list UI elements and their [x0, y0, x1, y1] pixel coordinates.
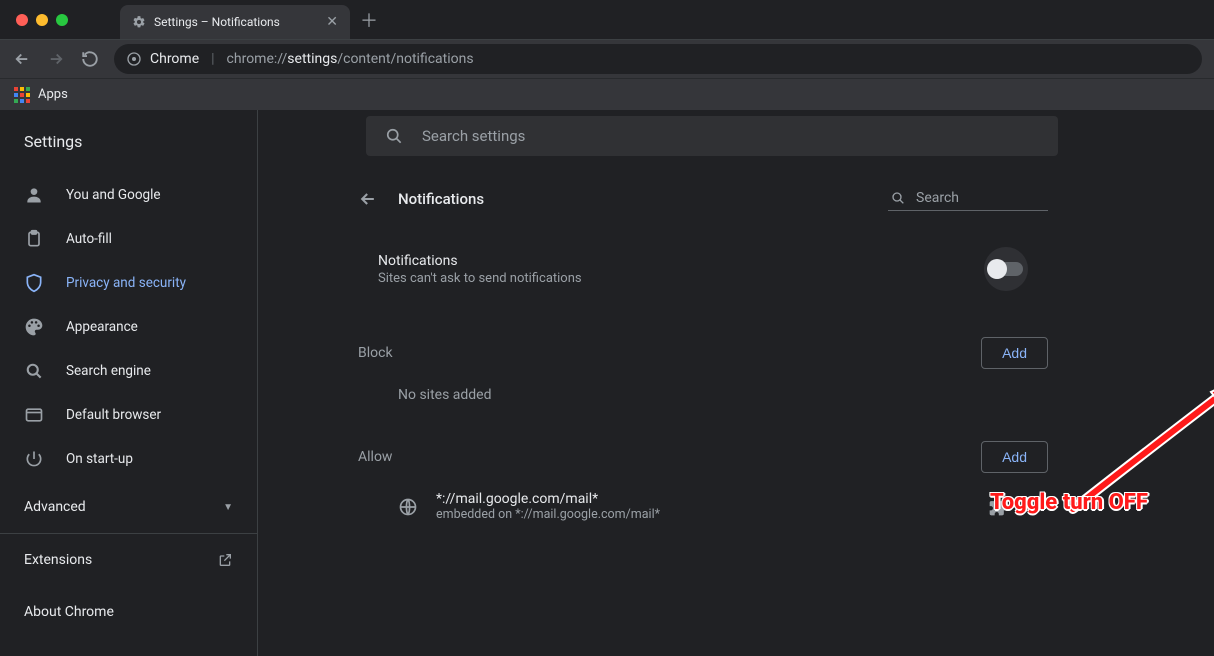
window-minimize-button[interactable] [36, 14, 48, 26]
sidebar-item-you-and-google[interactable]: You and Google [0, 173, 257, 217]
titlebar: Settings – Notifications ✕ ＋ [0, 0, 1214, 40]
allow-add-button[interactable]: Add [981, 441, 1048, 473]
advanced-label: Advanced [24, 499, 86, 515]
notifications-toggle[interactable] [984, 247, 1028, 291]
external-link-icon [217, 552, 233, 568]
new-tab-button[interactable]: ＋ [360, 7, 378, 33]
inline-search[interactable]: Search [888, 186, 1048, 211]
block-add-button[interactable]: Add [981, 337, 1048, 369]
about-label: About Chrome [24, 604, 114, 620]
tab-title: Settings – Notifications [154, 15, 280, 29]
sidebar: Settings You and Google Auto-fill Privac… [0, 110, 258, 656]
sidebar-item-label: Default browser [66, 407, 161, 423]
url-text: chrome://settings/content/notifications [227, 51, 474, 67]
url-separator: | [211, 51, 214, 67]
url-prefix: Chrome [150, 51, 199, 67]
settings-heading: Settings [0, 124, 257, 173]
person-icon [24, 185, 44, 205]
sidebar-advanced[interactable]: Advanced ▼ [0, 481, 257, 534]
extensions-label: Extensions [24, 552, 92, 568]
palette-icon [24, 317, 44, 337]
notifications-subtitle: Sites can't ask to send notifications [378, 271, 582, 286]
chrome-icon [126, 51, 142, 67]
browser-icon [24, 405, 44, 425]
address-bar[interactable]: Chrome | chrome://settings/content/notif… [114, 44, 1202, 74]
clipboard-icon [24, 229, 44, 249]
block-empty: No sites added [358, 379, 1048, 413]
main: Settings You and Google Auto-fill Privac… [0, 110, 1214, 656]
search-settings[interactable]: Search settings [366, 116, 1058, 156]
notifications-title: Notifications [378, 253, 582, 269]
back-button[interactable] [12, 49, 32, 69]
window-close-button[interactable] [16, 14, 28, 26]
apps-icon[interactable] [14, 87, 30, 103]
window-controls [16, 14, 68, 26]
sidebar-item-label: On start-up [66, 451, 133, 467]
sidebar-about[interactable]: About Chrome [0, 586, 257, 638]
search-icon [890, 190, 906, 206]
toolbar: Chrome | chrome://settings/content/notif… [0, 40, 1214, 78]
sidebar-item-autofill[interactable]: Auto-fill [0, 217, 257, 261]
forward-button[interactable] [46, 49, 66, 69]
back-arrow-icon[interactable] [358, 189, 378, 209]
apps-label[interactable]: Apps [38, 87, 68, 102]
page-header: Notifications Search [358, 178, 1048, 229]
sidebar-item-appearance[interactable]: Appearance [0, 305, 257, 349]
allow-section-header: Allow Add [358, 435, 1048, 483]
search-icon [24, 361, 44, 381]
window-zoom-button[interactable] [56, 14, 68, 26]
chevron-down-icon: ▼ [223, 502, 233, 513]
sidebar-item-label: Appearance [66, 319, 138, 335]
sidebar-item-label: Search engine [66, 363, 151, 379]
browser-tab[interactable]: Settings – Notifications ✕ [120, 5, 350, 39]
shield-icon [24, 273, 44, 293]
block-title: Block [358, 345, 393, 361]
content: Search settings Notifications Search [258, 110, 1214, 656]
sidebar-extensions[interactable]: Extensions [0, 534, 257, 586]
search-icon [384, 126, 404, 146]
sidebar-item-label: Auto-fill [66, 231, 112, 247]
allow-item-embedded: embedded on *://mail.google.com/mail* [436, 507, 660, 522]
allow-item[interactable]: *://mail.google.com/mail* embedded on *:… [358, 483, 1048, 532]
sidebar-item-label: Privacy and security [66, 275, 186, 291]
extension-icon[interactable] [988, 497, 1008, 517]
allow-item-pattern: *://mail.google.com/mail* [436, 491, 660, 507]
page-title: Notifications [398, 190, 484, 208]
reload-button[interactable] [80, 49, 100, 69]
allow-title: Allow [358, 449, 392, 465]
sidebar-item-startup[interactable]: On start-up [0, 437, 257, 481]
bookmarks-bar: Apps [0, 78, 1214, 110]
sidebar-item-search-engine[interactable]: Search engine [0, 349, 257, 393]
inline-search-placeholder: Search [916, 190, 959, 206]
gear-icon [132, 15, 146, 29]
globe-icon [398, 497, 418, 517]
close-icon[interactable]: ✕ [326, 14, 338, 30]
notifications-master-row: Notifications Sites can't ask to send no… [358, 229, 1048, 309]
sidebar-item-label: You and Google [66, 187, 161, 203]
block-section-header: Block Add [358, 331, 1048, 379]
sidebar-item-privacy[interactable]: Privacy and security [0, 261, 257, 305]
sidebar-item-default-browser[interactable]: Default browser [0, 393, 257, 437]
search-settings-placeholder: Search settings [422, 127, 525, 145]
power-icon [24, 449, 44, 469]
